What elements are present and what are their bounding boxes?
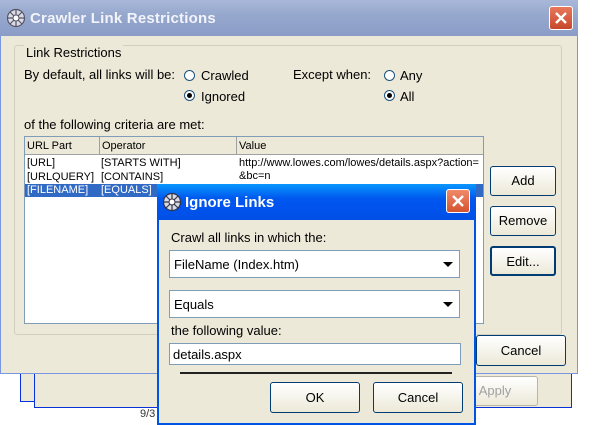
except-label: Except when: — [293, 67, 372, 82]
url-part-dropdown[interactable]: FileName (Index.htm) — [169, 250, 460, 278]
column-header-operator[interactable]: Operator — [100, 137, 237, 155]
main-window-title: Crawler Link Restrictions — [30, 10, 216, 27]
row-url-part: [URLQUERY] — [27, 171, 95, 183]
dialog-title: Ignore Links — [185, 194, 275, 211]
row-operator: [CONTAINS] — [101, 171, 164, 183]
app-icon — [6, 8, 26, 31]
url-part-dropdown-value: FileName (Index.htm) — [174, 257, 299, 272]
value-input-text: details.aspx — [173, 347, 242, 362]
radio-any[interactable] — [384, 70, 395, 81]
combo-arrow-icon[interactable] — [438, 292, 458, 316]
column-header-value[interactable]: Value — [237, 137, 483, 155]
radio-any-label[interactable]: Any — [400, 68, 422, 83]
row-value-continued: &bc=n — [239, 170, 271, 182]
main-title-bar: Crawler Link Restrictions — [0, 0, 578, 36]
row-url-part: [FILENAME] — [27, 184, 89, 196]
dialog-app-icon — [162, 192, 182, 215]
dialog-close-button[interactable] — [446, 189, 470, 213]
default-label: By default, all links will be: — [24, 67, 176, 82]
radio-ignored[interactable] — [184, 90, 195, 101]
radio-crawled-label[interactable]: Crawled — [201, 68, 249, 83]
dialog-separator — [180, 372, 452, 374]
close-icon — [555, 12, 567, 24]
radio-crawled[interactable] — [184, 70, 195, 81]
criteria-label: of the following criteria are met: — [24, 117, 205, 132]
operator-dropdown[interactable]: Equals — [169, 290, 460, 318]
combo-arrow-icon[interactable] — [438, 252, 458, 276]
operator-dropdown-value: Equals — [174, 297, 214, 312]
table-row[interactable]: [URLQUERY] [CONTAINS] — [25, 171, 237, 184]
background-fragment-text: 9/3 — [140, 408, 156, 420]
row-value: http://www.lowes.com/lowes/details.aspx?… — [239, 157, 479, 169]
radio-all[interactable] — [384, 90, 395, 101]
dialog-title-bar: Ignore Links — [157, 184, 476, 220]
dialog-prompt-label: Crawl all links in which the: — [171, 230, 327, 245]
row-url-part: [URL] — [27, 157, 56, 169]
dialog-cancel-button[interactable]: Cancel — [373, 382, 463, 413]
row-operator: [STARTS WITH] — [101, 157, 181, 169]
remove-button[interactable]: Remove — [490, 206, 556, 236]
column-header-url-part[interactable]: URL Part — [25, 137, 100, 155]
main-close-button[interactable] — [549, 6, 573, 30]
link-restrictions-legend: Link Restrictions — [24, 45, 124, 60]
radio-all-label[interactable]: All — [400, 89, 414, 104]
close-icon — [452, 195, 464, 207]
main-cancel-button[interactable]: Cancel — [476, 335, 566, 366]
value-input[interactable]: details.aspx — [169, 343, 461, 365]
row-operator: [EQUALS] — [101, 184, 152, 196]
radio-ignored-label[interactable]: Ignored — [201, 89, 245, 104]
value-label: the following value: — [171, 323, 282, 338]
edit-button[interactable]: Edit... — [490, 246, 556, 276]
add-button[interactable]: Add — [490, 166, 556, 196]
ok-button[interactable]: OK — [270, 382, 360, 413]
